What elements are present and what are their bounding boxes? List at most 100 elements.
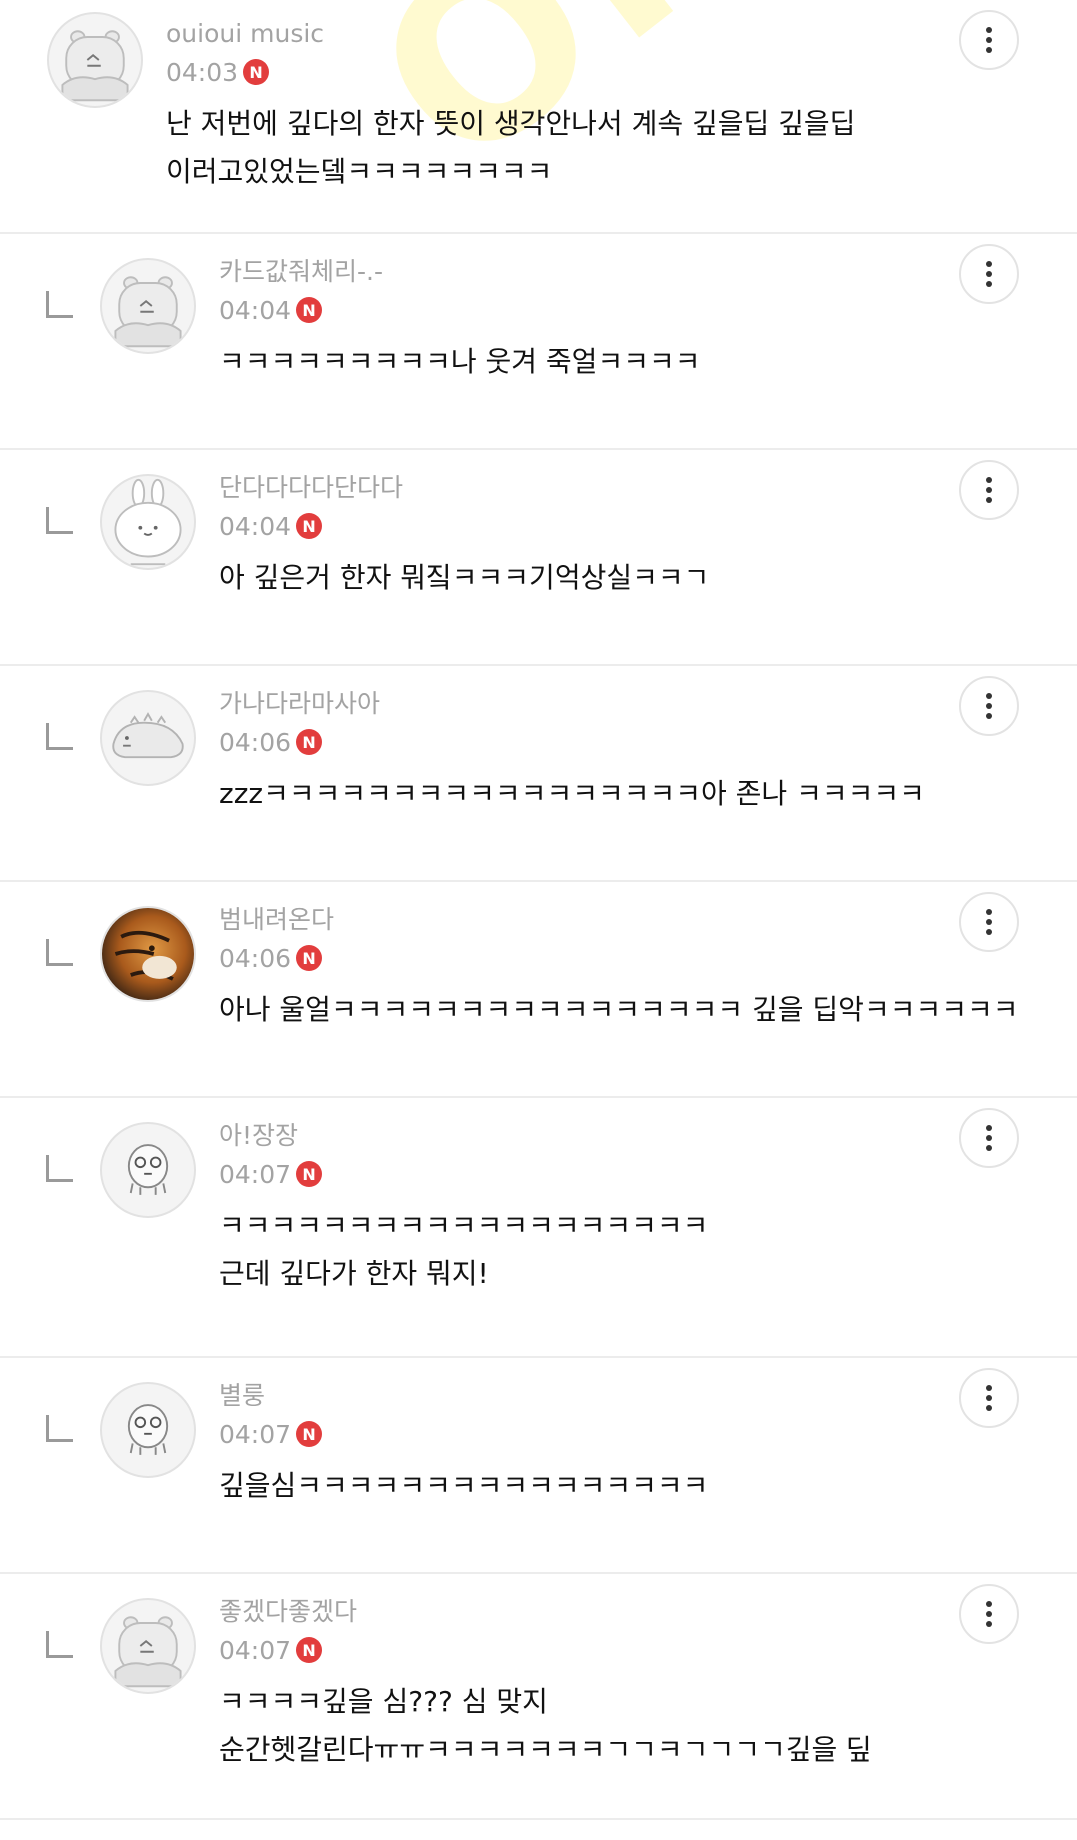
reply-comment: 별룽 04:07 N 깊을심ㅋㅋㅋㅋㅋㅋㅋㅋㅋㅋㅋㅋㅋㅋㅋㅋ (0, 1358, 1077, 1574)
comment-line: 근데 깊다가 한자 뭐지! (219, 1257, 489, 1290)
avatar[interactable] (100, 906, 196, 1002)
comment-line: 깊을심ㅋㅋㅋㅋㅋㅋㅋㅋㅋㅋㅋㅋㅋㅋㅋㅋ (219, 1469, 709, 1502)
more-options-button[interactable] (959, 460, 1019, 520)
dot-icon (986, 713, 992, 719)
comment-text: ㅋㅋㅋㅋ깊을 심??? 심 맞지순간헷갈린다ㅠㅠㅋㅋㅋㅋㅋㅋㅋㄱㄱㅋㄱㄱㄱㄱ깊을… (219, 1678, 872, 1774)
comment-line: ㅋㅋㅋㅋㅋㅋㅋㅋㅋ나 웃겨 죽얼ㅋㅋㅋㅋ (219, 345, 701, 378)
comment-text: 아나 울얼ㅋㅋㅋㅋㅋㅋㅋㅋㅋㅋㅋㅋㅋㅋㅋㅋ 깊을 딥악ㅋㅋㅋㅋㅋㅋ (219, 986, 1019, 1034)
new-badge-icon: N (296, 297, 323, 323)
dot-icon (986, 1601, 992, 1607)
avatar[interactable] (100, 1382, 196, 1478)
dot-icon (986, 1145, 992, 1151)
comment-line: 이러고있었는뎈ㅋㅋㅋㅋㅋㅋㅋㅋ (166, 155, 553, 188)
avatar[interactable] (100, 1122, 196, 1218)
comment-line: 아 깊은거 한자 뭐짘ㅋㅋㅋ기억상실ㅋㅋㄱ (219, 561, 710, 594)
avatar[interactable] (100, 690, 196, 786)
reply-arrow-icon (46, 723, 73, 750)
avatar[interactable] (100, 474, 196, 570)
new-badge-icon: N (296, 1637, 323, 1663)
more-options-button[interactable] (959, 892, 1019, 952)
meta-row: 04:07 N (219, 1158, 708, 1190)
dot-icon (986, 47, 992, 53)
comment-time: 04:07 (219, 1159, 292, 1189)
dot-icon (986, 1611, 992, 1617)
comment-line: ㅋㅋㅋㅋ깊을 심??? 심 맞지 (219, 1685, 548, 1718)
comment-time: 04:07 (219, 1635, 292, 1665)
meta-row: 04:07 N (219, 1634, 872, 1666)
more-options-button[interactable] (959, 1368, 1019, 1428)
avatar[interactable] (100, 1598, 196, 1694)
more-options-button[interactable] (959, 676, 1019, 736)
comment-time: 04:06 (219, 943, 292, 973)
comment-line: 아나 울얼ㅋㅋㅋㅋㅋㅋㅋㅋㅋㅋㅋㅋㅋㅋㅋㅋ 깊을 딥악ㅋㅋㅋㅋㅋㅋ (219, 993, 1019, 1026)
dot-icon (986, 919, 992, 925)
reply-arrow-icon (46, 1631, 73, 1658)
reply-arrow-icon (46, 291, 73, 318)
new-badge-icon: N (243, 59, 270, 85)
reply-comment: 범내려온다 04:06 N 아나 울얼ㅋㅋㅋㅋㅋㅋㅋㅋㅋㅋㅋㅋㅋㅋㅋㅋ 깊을 딥악ㅋㅋ… (0, 882, 1077, 1098)
dot-icon (986, 497, 992, 503)
more-options-button[interactable] (959, 1584, 1019, 1644)
comment-text: ㅋㅋㅋㅋㅋㅋㅋㅋㅋㅋㅋㅋㅋㅋㅋㅋㅋㅋㅋ 근데 깊다가 한자 뭐지! (219, 1202, 708, 1298)
comment-list: ouioui music 04:03 N 난 저번에 깊다의 한자 뜻이 생각안나서 … (0, 0, 1077, 1820)
nickname[interactable]: 좋겠다좋겠다 (219, 1596, 872, 1628)
new-badge-icon: N (296, 1421, 323, 1447)
nickname[interactable]: ouioui music (166, 18, 855, 50)
comment: ouioui music 04:03 N 난 저번에 깊다의 한자 뜻이 생각안나서 … (0, 0, 1077, 234)
nickname[interactable]: 카드값줘체리-.- (219, 256, 700, 288)
meta-row: 04:07 N (219, 1418, 708, 1450)
more-options-button[interactable] (959, 10, 1019, 70)
comment-text: 난 저번에 깊다의 한자 뜻이 생각안나서 계속 깊을딥 깊을딥이러고있었는뎈ㅋ… (166, 100, 855, 196)
comment-text: zzzㅋㅋㅋㅋㅋㅋㅋㅋㅋㅋㅋㅋㅋㅋㅋㅋㅋ아 존나 ㅋㅋㅋㅋㅋ (219, 770, 925, 818)
new-badge-icon: N (296, 945, 323, 971)
dot-icon (986, 1135, 992, 1141)
comment-time: 04:07 (219, 1419, 292, 1449)
more-options-button[interactable] (959, 1108, 1019, 1168)
comment-line: zzzㅋㅋㅋㅋㅋㅋㅋㅋㅋㅋㅋㅋㅋㅋㅋㅋㅋ아 존나 ㅋㅋㅋㅋㅋ (219, 777, 925, 810)
dot-icon (986, 27, 992, 33)
meta-row: 04:04 N (219, 294, 700, 326)
meta-row: 04:03 N (166, 56, 855, 88)
dot-icon (986, 261, 992, 267)
nickname[interactable]: 단다다다다단다다 (219, 472, 709, 504)
reply-arrow-icon (46, 1415, 73, 1442)
reply-arrow-icon (46, 1155, 73, 1182)
dot-icon (986, 909, 992, 915)
comment-time: 04:06 (219, 727, 292, 757)
avatar[interactable] (100, 258, 196, 354)
reply-arrow-icon (46, 939, 73, 966)
comment-line: 난 저번에 깊다의 한자 뜻이 생각안나서 계속 깊을딥 깊을딥 (166, 107, 856, 140)
more-options-button[interactable] (959, 244, 1019, 304)
dot-icon (986, 703, 992, 709)
dot-icon (986, 1621, 992, 1627)
comment-time: 04:04 (219, 295, 292, 325)
new-badge-icon: N (296, 513, 323, 539)
nickname[interactable]: 아!장장 (219, 1120, 708, 1152)
meta-row: 04:04 N (219, 510, 709, 542)
nickname[interactable]: 범내려온다 (219, 904, 1019, 936)
comment-text: ㅋㅋㅋㅋㅋㅋㅋㅋㅋ나 웃겨 죽얼ㅋㅋㅋㅋ (219, 338, 700, 386)
reply-comment: 카드값줘체리-.- 04:04 N ㅋㅋㅋㅋㅋㅋㅋㅋㅋ나 웃겨 죽얼ㅋㅋㅋㅋ (0, 234, 1077, 450)
comment-line: ㅋㅋㅋㅋㅋㅋㅋㅋㅋㅋㅋㅋㅋㅋㅋㅋㅋㅋㅋ (219, 1209, 709, 1242)
avatar[interactable] (47, 12, 143, 108)
comment-time: 04:04 (219, 511, 292, 541)
dot-icon (986, 1125, 992, 1131)
nickname[interactable]: 가나다라마사아 (219, 688, 925, 720)
dot-icon (986, 487, 992, 493)
dot-icon (986, 281, 992, 287)
dot-icon (986, 271, 992, 277)
dot-icon (986, 693, 992, 699)
reply-comment: 아!장장 04:07 N ㅋㅋㅋㅋㅋㅋㅋㅋㅋㅋㅋㅋㅋㅋㅋㅋㅋㅋㅋ 근데 깊다가 한자 뭐… (0, 1098, 1077, 1358)
comment-time: 04:03 (166, 57, 239, 87)
meta-row: 04:06 N (219, 726, 925, 758)
comment-line: 순간헷갈린다ㅠㅠㅋㅋㅋㅋㅋㅋㅋㄱㄱㅋㄱㄱㄱㄱ깊을 딮 (219, 1733, 872, 1766)
dot-icon (986, 1395, 992, 1401)
new-badge-icon: N (296, 1161, 323, 1187)
new-badge-icon: N (296, 729, 323, 755)
dot-icon (986, 1405, 992, 1411)
reply-comment: 단다다다다단다다 04:04 N 아 깊은거 한자 뭐짘ㅋㅋㅋ기억상실ㅋㅋㄱ (0, 450, 1077, 666)
dot-icon (986, 929, 992, 935)
nickname[interactable]: 별룽 (219, 1380, 708, 1412)
comment-text: 깊을심ㅋㅋㅋㅋㅋㅋㅋㅋㅋㅋㅋㅋㅋㅋㅋㅋ (219, 1462, 708, 1510)
comment-text: 아 깊은거 한자 뭐짘ㅋㅋㅋ기억상실ㅋㅋㄱ (219, 554, 709, 602)
